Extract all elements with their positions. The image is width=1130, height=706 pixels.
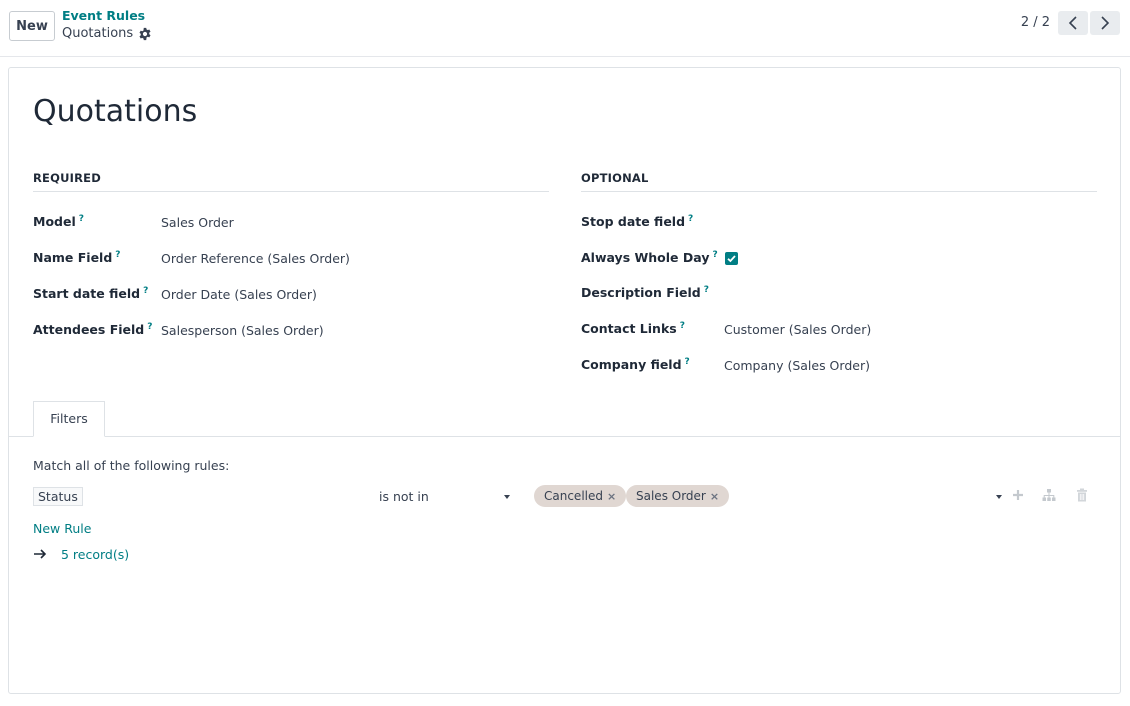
help-tooltip[interactable]: ? bbox=[680, 321, 685, 331]
stop-date-field-label: Stop date field? bbox=[581, 214, 694, 230]
attendees-field-value[interactable]: Salesperson (Sales Order) bbox=[161, 323, 324, 338]
sitemap-icon[interactable] bbox=[1042, 488, 1056, 502]
help-tooltip[interactable]: ? bbox=[79, 214, 84, 224]
breadcrumb-parent-link[interactable]: Event Rules bbox=[62, 8, 145, 23]
close-icon[interactable]: × bbox=[607, 490, 616, 503]
pager-next-button[interactable] bbox=[1090, 11, 1120, 35]
start-date-field-value[interactable]: Order Date (Sales Order) bbox=[161, 287, 317, 302]
rule-operator-select[interactable]: is not in bbox=[379, 489, 429, 504]
model-value[interactable]: Sales Order bbox=[161, 215, 234, 230]
help-tooltip[interactable]: ? bbox=[704, 285, 709, 295]
chevron-right-icon bbox=[1101, 16, 1110, 30]
attendees-field-label: Attendees Field? bbox=[33, 322, 153, 338]
required-section-heading: REQUIRED bbox=[33, 171, 549, 192]
arrow-right-icon bbox=[33, 548, 47, 560]
notebook-divider bbox=[9, 436, 1120, 437]
help-tooltip[interactable]: ? bbox=[712, 250, 717, 260]
close-icon[interactable]: × bbox=[710, 490, 719, 503]
plus-icon[interactable] bbox=[1011, 488, 1025, 502]
pager-value[interactable]: 2 / 2 bbox=[1021, 15, 1050, 30]
trash-icon[interactable] bbox=[1075, 488, 1089, 502]
help-tooltip[interactable]: ? bbox=[115, 250, 120, 260]
rule-field-selector[interactable]: Status bbox=[33, 487, 83, 506]
company-field-label: Company field? bbox=[581, 357, 690, 373]
gear-icon[interactable] bbox=[138, 27, 152, 41]
new-rule-link[interactable]: New Rule bbox=[33, 521, 91, 536]
contact-links-label: Contact Links? bbox=[581, 321, 685, 337]
rule-value-tag: Cancelled × bbox=[534, 485, 627, 507]
help-tooltip[interactable]: ? bbox=[685, 357, 690, 367]
company-field-value[interactable]: Company (Sales Order) bbox=[724, 358, 870, 373]
matching-records-link[interactable]: 5 record(s) bbox=[61, 547, 129, 562]
check-icon bbox=[727, 255, 736, 263]
control-panel: New Event Rules Quotations 2 / 2 bbox=[0, 0, 1130, 57]
record-title[interactable]: Quotations bbox=[33, 94, 197, 129]
description-field-label: Description Field? bbox=[581, 285, 709, 301]
chevron-down-icon[interactable] bbox=[996, 495, 1002, 499]
pager-previous-button[interactable] bbox=[1058, 11, 1088, 35]
help-tooltip[interactable]: ? bbox=[688, 214, 693, 224]
new-button[interactable]: New bbox=[9, 11, 55, 41]
breadcrumb-current: Quotations bbox=[62, 26, 134, 41]
start-date-field-label: Start date field? bbox=[33, 286, 149, 302]
name-field-label: Name Field? bbox=[33, 250, 121, 266]
chevron-down-icon[interactable] bbox=[504, 495, 510, 499]
help-tooltip[interactable]: ? bbox=[143, 286, 148, 296]
tab-filters[interactable]: Filters bbox=[33, 401, 105, 437]
optional-section-heading: OPTIONAL bbox=[581, 171, 1097, 192]
model-label: Model? bbox=[33, 214, 84, 230]
name-field-value[interactable]: Order Reference (Sales Order) bbox=[161, 251, 350, 266]
rule-value-tag: Sales Order × bbox=[626, 485, 730, 507]
form-sheet: Quotations REQUIRED Model? Sales Order N… bbox=[8, 67, 1121, 694]
help-tooltip[interactable]: ? bbox=[147, 322, 152, 332]
always-whole-day-checkbox[interactable] bbox=[725, 252, 738, 265]
match-rules-text: Match all of the following rules: bbox=[33, 458, 230, 473]
always-whole-day-label: Always Whole Day? bbox=[581, 250, 718, 266]
chevron-left-icon bbox=[1068, 16, 1077, 30]
contact-links-value[interactable]: Customer (Sales Order) bbox=[724, 322, 871, 337]
